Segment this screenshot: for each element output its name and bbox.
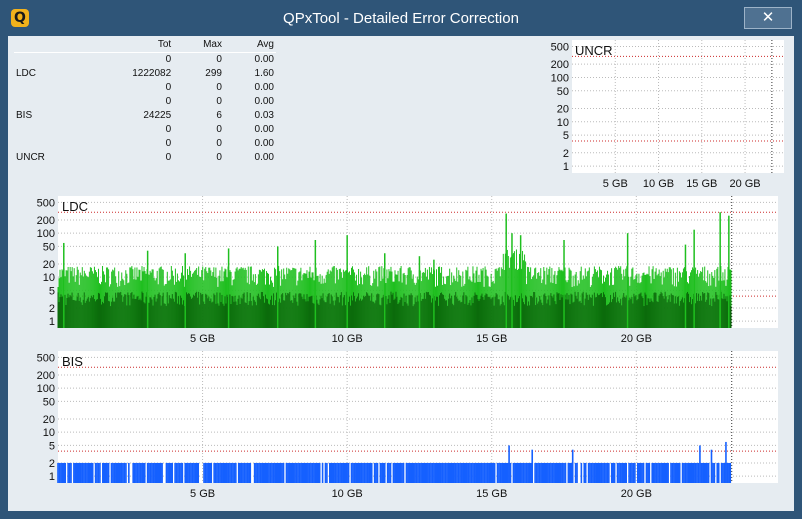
- stats-table: Tot Max Avg 0 0 0.00 LDC 1222082 299 1.60 000…: [14, 38, 276, 165]
- y-tick-label: 50: [43, 396, 55, 408]
- x-tick-label: 10 GB: [643, 178, 674, 190]
- uncr-chart: 5002001005020105215 GB 10 GB 15 GB 20 GBUNC…: [551, 40, 784, 190]
- stats-row: BIS 24225 6 0.03: [14, 109, 276, 123]
- y-tick-label: 5: [49, 285, 55, 297]
- stats-label: UNCR: [16, 152, 45, 163]
- stats-label: BIS: [16, 110, 33, 121]
- stats-label: LDC: [16, 68, 37, 79]
- stats-header-max: Max: [173, 38, 224, 53]
- y-tick-label: 1: [563, 161, 569, 173]
- y-tick-label: 20: [43, 414, 55, 426]
- stats-tot: 0: [165, 138, 172, 149]
- stats-max: 0: [216, 82, 222, 93]
- stats-row: 0 0 0.00: [14, 53, 276, 68]
- y-tick-label: 2: [49, 458, 55, 470]
- y-tick-label: 200: [37, 215, 55, 227]
- stats-row: 0 0 0.00: [14, 95, 276, 109]
- y-tick-label: 500: [551, 41, 569, 53]
- y-tick-label: 20: [557, 103, 569, 115]
- stats-tot: 0: [165, 96, 172, 107]
- ldc-chart: 5002001005020105215 GB 10 GB 15 GB 20 GBLDC: [37, 196, 778, 345]
- stats-tot: 24225: [143, 110, 172, 121]
- y-tick-label: 2: [563, 148, 569, 160]
- x-tick-label: 5 GB: [190, 333, 215, 345]
- y-tick-label: 200: [37, 370, 55, 382]
- stats-label: [14, 137, 78, 151]
- chart-title: LDC: [62, 199, 88, 214]
- chart-title: BIS: [62, 354, 83, 369]
- qpxtool-window: Q QPxTool - Detailed Error Correction ✕ …: [0, 0, 802, 519]
- y-tick-label: 1: [49, 316, 55, 328]
- x-tick-label: 20 GB: [621, 488, 652, 500]
- x-tick-label: 20 GB: [729, 178, 760, 190]
- stats-avg: 0.00: [254, 138, 274, 149]
- y-tick-label: 20: [43, 259, 55, 271]
- stats-avg: 1.60: [254, 68, 274, 79]
- y-tick-label: 5: [563, 130, 569, 142]
- y-tick-label: 10: [43, 427, 55, 439]
- stats-max: 6: [216, 110, 222, 121]
- stats-tot: 1222082: [132, 68, 172, 79]
- stats-avg: 0.00: [254, 82, 274, 93]
- window-title: QPxTool - Detailed Error Correction: [283, 10, 519, 27]
- stats-max: 0: [216, 54, 222, 65]
- x-tick-label: 10 GB: [332, 333, 363, 345]
- bis-chart: 5002001005020105215 GB 10 GB 15 GB 20 GBBIS: [37, 351, 778, 500]
- y-tick-label: 500: [37, 197, 55, 209]
- y-tick-label: 100: [37, 383, 55, 395]
- stats-avg: 0.03: [254, 110, 274, 121]
- y-tick-label: 10: [557, 117, 569, 129]
- x-tick-label: 10 GB: [332, 488, 363, 500]
- x-tick-label: 20 GB: [621, 333, 652, 345]
- x-tick-label: 5 GB: [603, 178, 628, 190]
- stats-row: UNCR 0 0 0.00: [14, 151, 276, 165]
- stats-row: LDC 1222082 299 1.60: [14, 67, 276, 81]
- y-tick-label: 200: [551, 59, 569, 71]
- stats-max: 0: [216, 124, 222, 135]
- stats-max: 0: [216, 152, 222, 163]
- chart-title: UNCR: [575, 43, 613, 58]
- stats-label: [14, 81, 78, 95]
- y-tick-label: 1: [49, 471, 55, 483]
- stats-row: 0 0 0.00: [14, 81, 276, 95]
- x-tick-label: 15 GB: [686, 178, 717, 190]
- stats-label: [14, 53, 78, 68]
- y-tick-label: 5: [49, 440, 55, 452]
- y-tick-label: 2: [49, 303, 55, 315]
- stats-header-avg: Avg: [223, 38, 276, 53]
- stats-max: 299: [205, 68, 222, 79]
- y-tick-label: 50: [557, 86, 569, 98]
- stats-max: 0: [216, 96, 222, 107]
- y-tick-label: 500: [37, 352, 55, 364]
- y-tick-label: 50: [43, 241, 55, 253]
- close-button[interactable]: ✕: [744, 7, 792, 29]
- y-tick-label: 10: [43, 272, 55, 284]
- stats-avg: 0.00: [254, 124, 274, 135]
- stats-avg: 0.00: [254, 152, 274, 163]
- stats-avg: 0.00: [254, 96, 274, 107]
- stats-header-label: [14, 38, 78, 53]
- stats-tot: 0: [165, 152, 172, 163]
- stats-row: 0 0 0.00: [14, 123, 276, 137]
- stats-tot: 0: [165, 124, 172, 135]
- x-tick-label: 15 GB: [476, 488, 507, 500]
- stats-avg: 0.00: [254, 54, 274, 65]
- stats-tot: 0: [165, 82, 172, 93]
- stats-header-tot: Tot: [78, 38, 174, 53]
- stats-header-row: Tot Max Avg: [14, 38, 276, 53]
- y-tick-label: 100: [551, 72, 569, 84]
- stats-row: 0 0 0.00: [14, 137, 276, 151]
- stats-label: [14, 123, 78, 137]
- title-bar: Q QPxTool - Detailed Error Correction ✕: [0, 0, 802, 36]
- y-tick-label: 100: [37, 228, 55, 240]
- stats-label: [14, 95, 78, 109]
- stats-max: 0: [216, 138, 222, 149]
- x-tick-label: 15 GB: [476, 333, 507, 345]
- stats-tot: 0: [165, 54, 172, 65]
- x-tick-label: 5 GB: [190, 488, 215, 500]
